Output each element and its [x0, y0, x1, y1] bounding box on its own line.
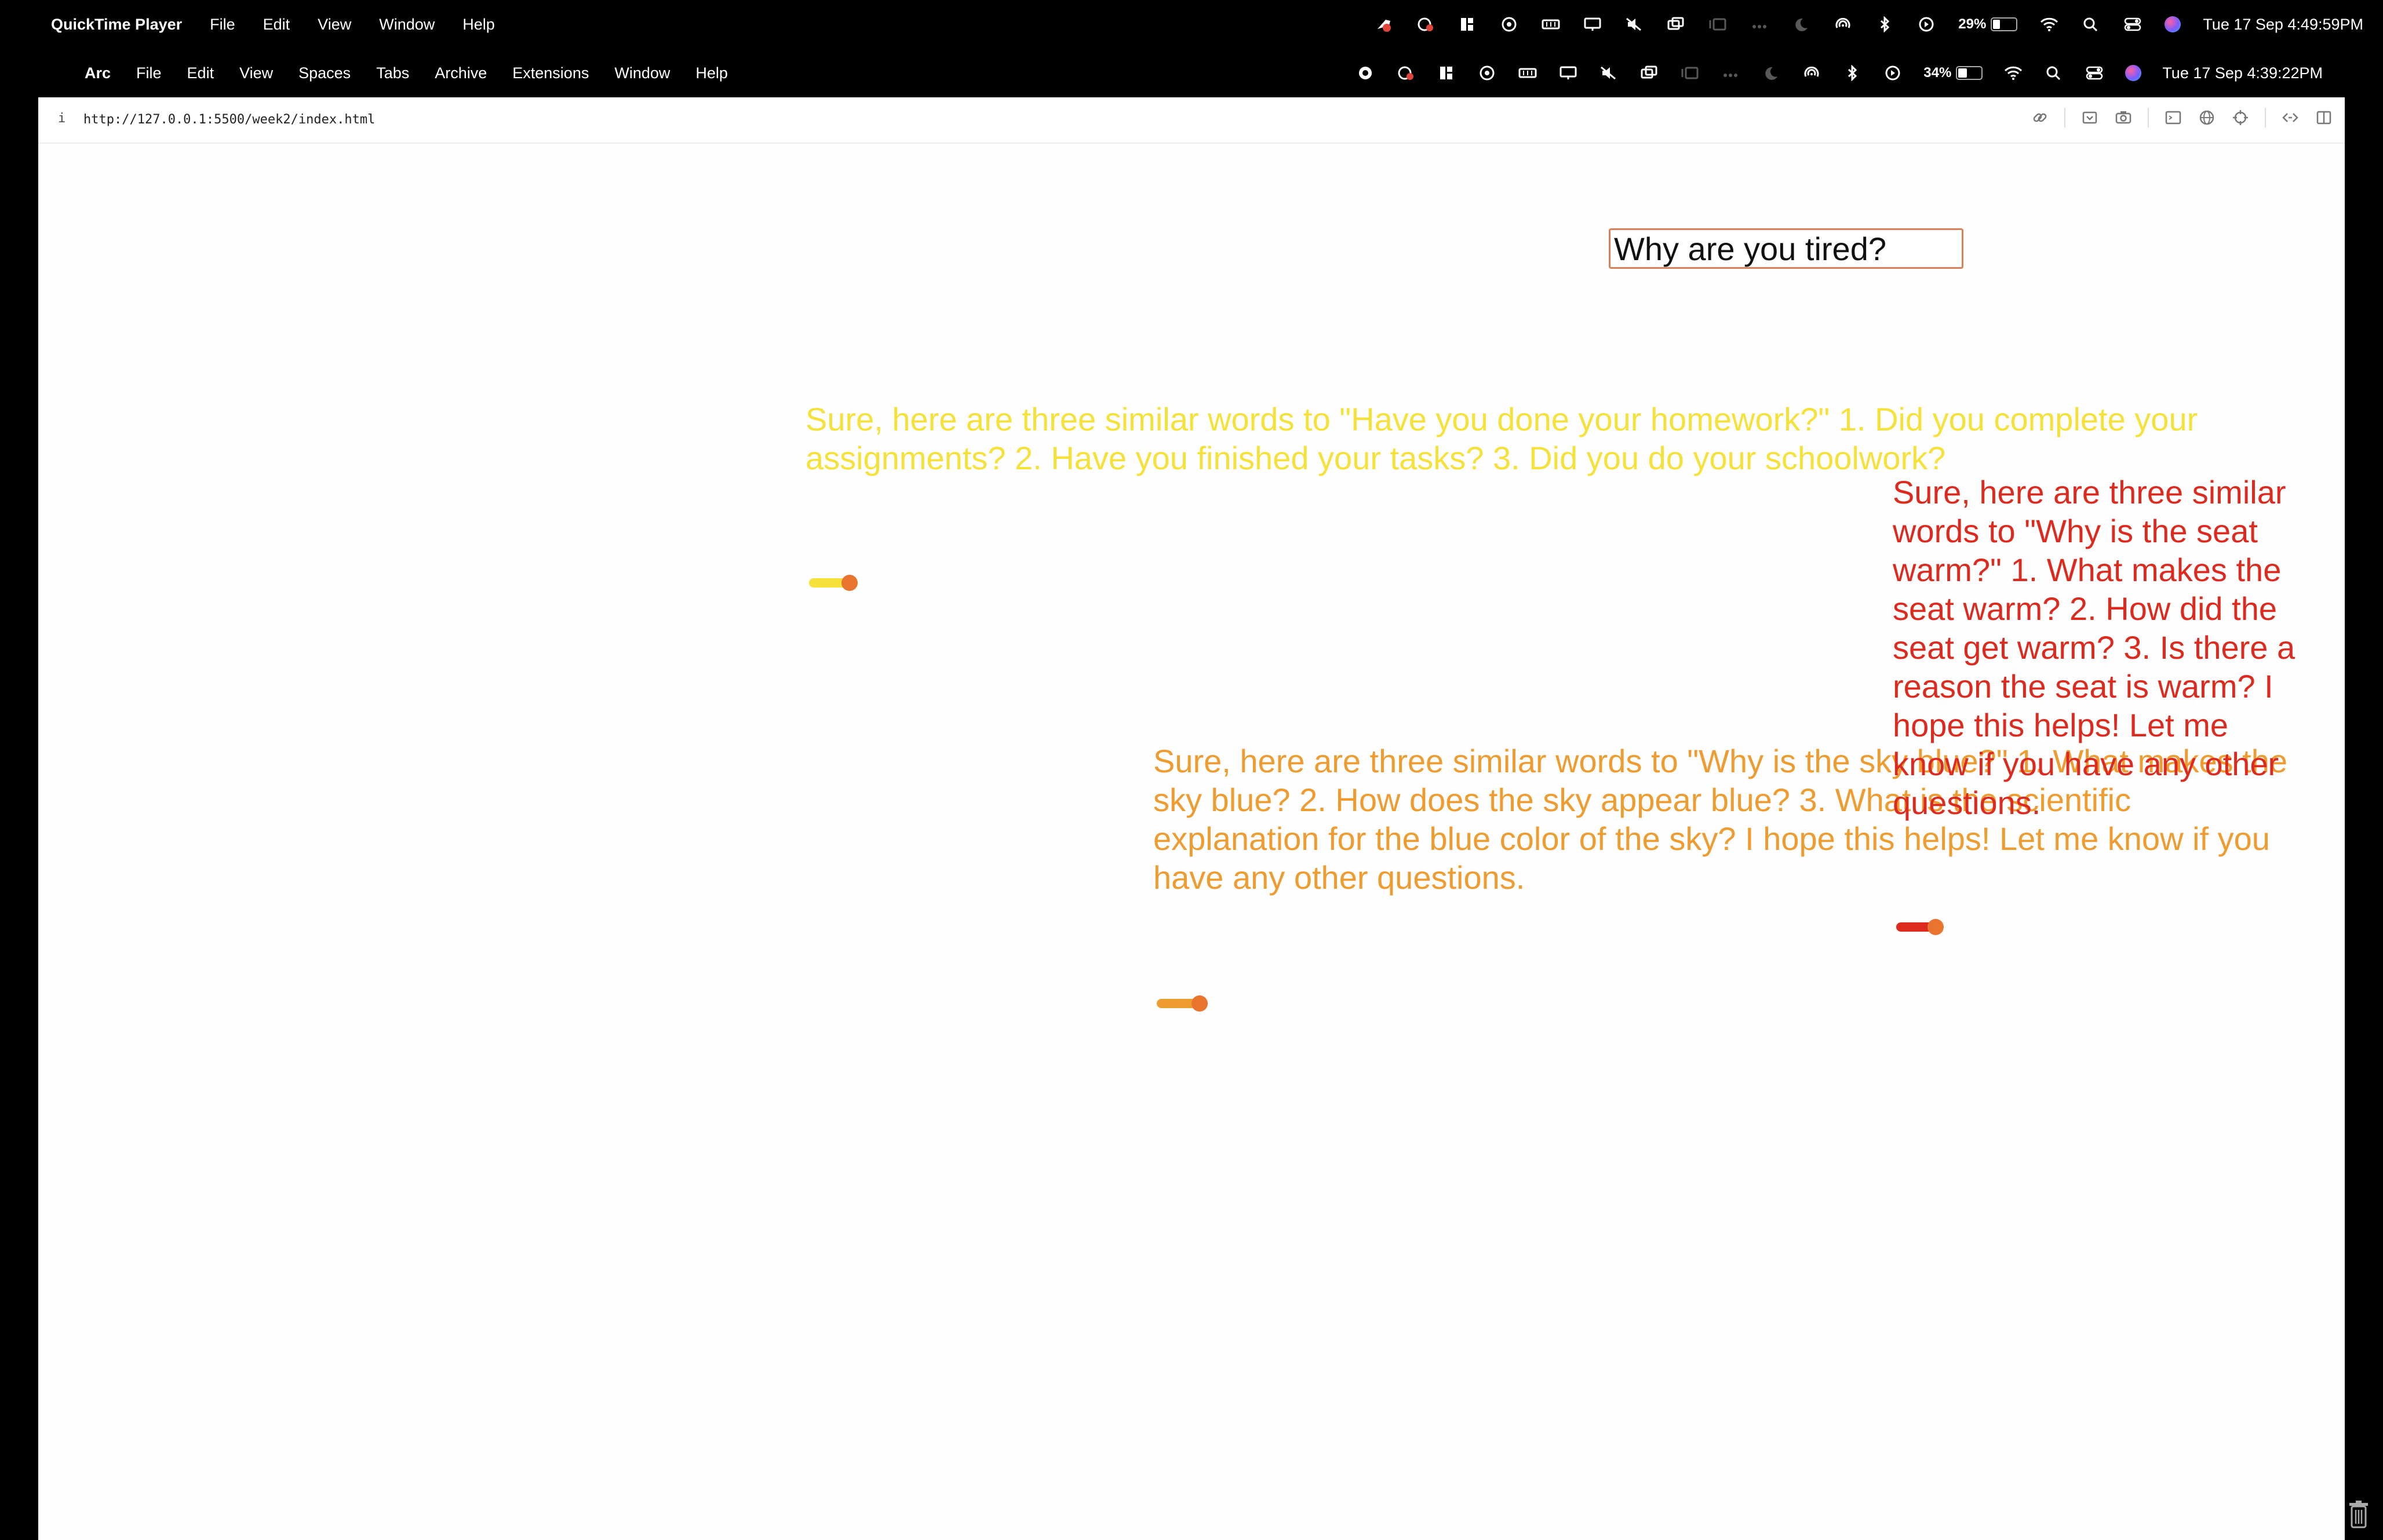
play-circle-icon[interactable] [1916, 16, 1936, 32]
answer-drag-handle[interactable] [809, 575, 858, 591]
control-center-icon[interactable] [2123, 16, 2142, 32]
camera-icon[interactable] [2114, 108, 2133, 127]
app-name-menu[interactable]: Arc [85, 64, 111, 82]
stage-manager-icon[interactable] [1708, 16, 1728, 32]
copy-link-icon[interactable] [2031, 108, 2049, 127]
menu-file[interactable]: File [136, 64, 162, 82]
menu-file[interactable]: File [210, 16, 235, 34]
battery-percent: 29% [1958, 16, 1987, 32]
question-input[interactable] [1609, 228, 1963, 269]
trash-icon[interactable] [2347, 1499, 2370, 1530]
menu-view[interactable]: View [239, 64, 273, 82]
menubar-clock[interactable]: Tue 17 Sep 4:49:59PM [2203, 16, 2363, 34]
menu-spaces[interactable]: Spaces [298, 64, 351, 82]
screen-record-icon[interactable] [1396, 65, 1416, 81]
answer-text-homework: Sure, here are three similar words to "H… [806, 401, 2198, 476]
airdrop-icon[interactable] [1802, 65, 1821, 81]
split-view-icon[interactable] [2315, 108, 2333, 127]
grid-apps-icon[interactable] [1437, 65, 1456, 81]
battery-status[interactable]: 29% [1958, 16, 2018, 32]
mute-icon[interactable] [1599, 65, 1619, 81]
windows-icon[interactable] [1639, 65, 1659, 81]
wifi-icon[interactable] [2003, 65, 2023, 81]
display-icon[interactable] [1558, 65, 1578, 81]
drag-knob-icon[interactable] [1192, 995, 1208, 1012]
toolbar-divider [2064, 108, 2065, 127]
menu-edit[interactable]: Edit [263, 16, 290, 34]
search-icon[interactable] [2081, 16, 2101, 32]
app-name-menu[interactable]: QuickTime Player [51, 16, 182, 34]
crosshair-icon[interactable] [2231, 108, 2250, 127]
battery-percent: 34% [1923, 65, 1952, 81]
rocket-badge-icon[interactable] [1374, 16, 1394, 32]
record-icon[interactable] [1356, 65, 1375, 81]
siri-icon[interactable] [2165, 16, 2181, 32]
airdrop-icon[interactable] [1833, 16, 1853, 32]
answer-drag-handle[interactable] [1157, 995, 1208, 1012]
moon-icon[interactable] [1761, 65, 1781, 81]
menu-tabs[interactable]: Tabs [376, 64, 409, 82]
play-circle-icon[interactable] [1883, 65, 1903, 81]
battery-icon [1991, 17, 2018, 31]
arc-menubar: Arc File Edit View Spaces Tabs Archive E… [0, 49, 2383, 97]
mute-icon[interactable] [1624, 16, 1644, 32]
windows-icon[interactable] [1666, 16, 1686, 32]
dots-icon[interactable] [1750, 16, 1769, 32]
wifi-icon[interactable] [2039, 16, 2059, 32]
dots-icon[interactable] [1721, 65, 1740, 81]
screen-record-icon[interactable] [1416, 16, 1435, 32]
menubar-clock[interactable]: Tue 17 Sep 4:39:22PM [2162, 64, 2323, 82]
stage-manager-icon[interactable] [1680, 65, 1700, 81]
control-center-icon[interactable] [2085, 65, 2104, 81]
answer-text-seat: Sure, here are three similar words to "W… [1893, 474, 2295, 821]
grid-apps-icon[interactable] [1458, 16, 1477, 32]
menu-view[interactable]: View [318, 16, 351, 34]
quicktime-menubar: QuickTime Player File Edit View Window H… [0, 0, 2383, 49]
siri-icon[interactable] [2125, 65, 2142, 81]
menu-edit[interactable]: Edit [187, 64, 214, 82]
drag-knob-icon[interactable] [841, 575, 858, 591]
url-bar[interactable]: i http://127.0.0.1:5500/week2/index.html [38, 97, 2345, 144]
memory-icon[interactable] [1541, 16, 1561, 32]
menu-window[interactable]: Window [614, 64, 670, 82]
url-text[interactable]: http://127.0.0.1:5500/week2/index.html [83, 112, 375, 127]
menu-help[interactable]: Help [695, 64, 728, 82]
menu-archive[interactable]: Archive [435, 64, 487, 82]
developer-console-icon[interactable] [2164, 108, 2182, 127]
url-toolbar [2031, 108, 2333, 127]
chatgpt-icon[interactable] [1499, 16, 1519, 32]
moon-icon[interactable] [1791, 16, 1811, 32]
bluetooth-icon[interactable] [1842, 65, 1862, 81]
bluetooth-icon[interactable] [1875, 16, 1894, 32]
menu-extensions[interactable]: Extensions [512, 64, 589, 82]
toolbar-divider [2265, 108, 2266, 127]
toolbar-divider [2148, 108, 2149, 127]
menu-help[interactable]: Help [462, 16, 495, 34]
site-info-icon[interactable]: i [58, 111, 65, 126]
memory-icon[interactable] [1518, 65, 1537, 81]
battery-icon [1956, 66, 1983, 80]
display-icon[interactable] [1583, 16, 1602, 32]
menu-window[interactable]: Window [379, 16, 435, 34]
search-icon[interactable] [2044, 65, 2064, 81]
drag-knob-icon[interactable] [1927, 919, 1944, 935]
globe-icon[interactable] [2198, 108, 2216, 127]
capture-icon[interactable] [2080, 108, 2099, 127]
battery-status[interactable]: 34% [1923, 65, 1983, 81]
chatgpt-icon[interactable] [1477, 65, 1497, 81]
code-icon[interactable] [2281, 108, 2300, 127]
answer-drag-handle[interactable] [1896, 919, 1944, 935]
